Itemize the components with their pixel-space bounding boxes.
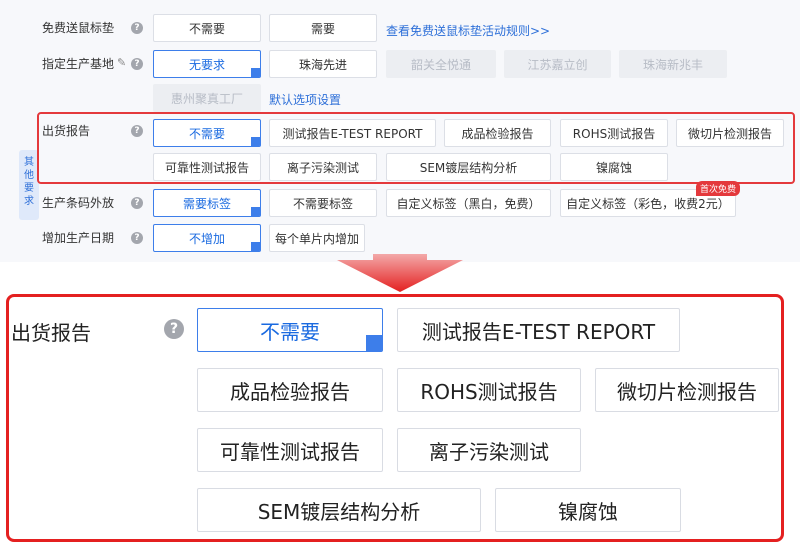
report-option-rohs-zoom[interactable]: ROHS测试报告 [397, 368, 581, 412]
report-option-reliability-zoom[interactable]: 可靠性测试报告 [197, 428, 383, 472]
down-arrow-icon [337, 254, 463, 292]
barcode-option-none[interactable]: 不需要标签 [269, 189, 377, 217]
base-option-jiangsu: 江苏嘉立创 [504, 50, 611, 78]
shipping-report-label-zoom: 出货报告 [11, 321, 91, 345]
base-option-none[interactable]: 无要求 [153, 50, 261, 78]
default-options-link[interactable]: 默认选项设置 [269, 91, 341, 108]
shipping-report-zoom: 出货报告 ? 不需要 测试报告E-TEST REPORT 成品检验报告 ROHS… [6, 294, 784, 542]
row-shipping-report: 出货报告 ? 不需要 测试报告E-TEST REPORT 成品检验报告 ROHS… [0, 117, 800, 149]
base-option-zhuhai-xinzhaofeng: 珠海新兆丰 [619, 50, 727, 78]
report-option-none-zoom[interactable]: 不需要 [197, 308, 383, 352]
base-option-zhuhai-xianjin[interactable]: 珠海先进 [269, 50, 377, 78]
row-production-base: 指定生产基地 ✎ ? 无要求 珠海先进 韶关全悦通 江苏嘉立创 珠海新兆丰 [0, 48, 800, 80]
check-corner-icon [251, 68, 260, 77]
report-option-nickel-zoom[interactable]: 镍腐蚀 [495, 488, 681, 532]
check-corner-icon [366, 335, 382, 351]
check-corner-icon [251, 137, 260, 146]
first-free-badge: 首次免费 [696, 181, 741, 196]
help-icon[interactable]: ? [131, 58, 143, 70]
order-options-panel: 其他要求 免费送鼠标垫 ? 不需要 需要 查看免费送鼠标垫活动规则>> 指定生产… [0, 0, 800, 262]
row-barcode: 生产条码外放 ? 需要标签 不需要标签 自定义标签（黑白，免费） 自定义标签（彩… [0, 181, 800, 219]
report-option-ionic-zoom[interactable]: 离子污染测试 [397, 428, 581, 472]
base-option-shaoguan: 韶关全悦通 [386, 50, 496, 78]
date-option-none[interactable]: 不增加 [153, 224, 261, 252]
help-icon[interactable]: ? [131, 232, 143, 244]
barcode-option-custom-bw[interactable]: 自定义标签（黑白，免费） [386, 189, 551, 217]
row-shipping-report-2: 可靠性测试报告 离子污染测试 SEM镀层结构分析 镍腐蚀 [0, 151, 800, 183]
help-icon[interactable]: ? [131, 197, 143, 209]
row-production-base-2: 惠州聚真工厂 默认选项设置 [0, 82, 800, 114]
report-option-microsection-zoom[interactable]: 微切片检测报告 [595, 368, 779, 412]
free-mousepad-label: 免费送鼠标垫 [42, 21, 115, 35]
mousepad-option-no[interactable]: 不需要 [153, 14, 261, 42]
report-option-microsection[interactable]: 微切片检测报告 [676, 119, 784, 147]
mousepad-rules-link[interactable]: 查看免费送鼠标垫活动规则>> [386, 22, 550, 39]
report-option-inspection-zoom[interactable]: 成品检验报告 [197, 368, 383, 412]
help-icon[interactable]: ? [164, 319, 184, 339]
check-corner-icon [251, 242, 260, 251]
report-option-sem-zoom[interactable]: SEM镀层结构分析 [197, 488, 481, 532]
report-option-etest-zoom[interactable]: 测试报告E-TEST REPORT [397, 308, 680, 352]
help-icon[interactable]: ? [131, 22, 143, 34]
report-option-inspection[interactable]: 成品检验报告 [444, 119, 551, 147]
base-option-huizhou: 惠州聚真工厂 [153, 84, 261, 112]
report-option-etest[interactable]: 测试报告E-TEST REPORT [269, 119, 436, 147]
mousepad-option-yes[interactable]: 需要 [269, 14, 377, 42]
production-base-label: 指定生产基地 [42, 57, 115, 71]
report-option-reliability[interactable]: 可靠性测试报告 [153, 153, 261, 181]
check-corner-icon [251, 207, 260, 216]
barcode-label: 生产条码外放 [42, 196, 115, 210]
report-option-rohs[interactable]: ROHS测试报告 [560, 119, 668, 147]
date-option-each-panel[interactable]: 每个单片内增加 [269, 224, 365, 252]
barcode-option-need[interactable]: 需要标签 [153, 189, 261, 217]
production-date-label: 增加生产日期 [42, 231, 115, 245]
report-option-sem[interactable]: SEM镀层结构分析 [386, 153, 551, 181]
report-option-none[interactable]: 不需要 [153, 119, 261, 147]
report-option-ionic[interactable]: 离子污染测试 [269, 153, 377, 181]
row-production-date: 增加生产日期 ? 不增加 每个单片内增加 [0, 222, 800, 254]
row-free-mousepad: 免费送鼠标垫 ? 不需要 需要 查看免费送鼠标垫活动规则>> [0, 12, 800, 44]
report-option-nickel[interactable]: 镍腐蚀 [560, 153, 668, 181]
help-icon[interactable]: ? [131, 125, 143, 137]
shipping-report-label: 出货报告 [42, 124, 91, 138]
pencil-icon[interactable]: ✎ [117, 56, 126, 69]
